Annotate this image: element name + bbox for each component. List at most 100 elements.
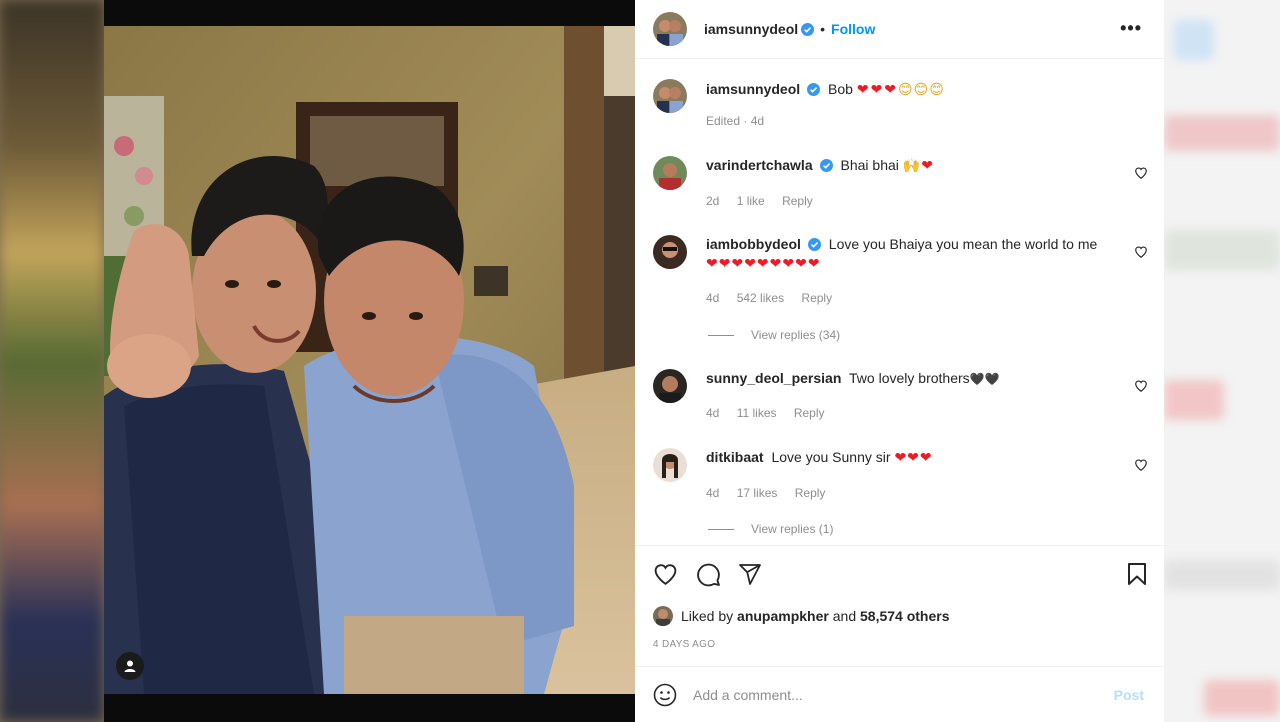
reply-button[interactable]: Reply [794,406,825,420]
comment-age: 4d [706,406,720,420]
blurred-left-edge [0,0,104,722]
heart-icon[interactable] [653,562,678,587]
view-replies-label[interactable]: View replies (34) [751,328,840,342]
comment-item: iambobbydeol Love you Bhaiya you mean th… [653,235,1148,315]
post-actions: Liked by anupampkher and 58,574 others 4… [635,545,1164,665]
verified-badge-icon [807,238,821,251]
avatar-image [653,79,687,113]
post-header: iamsunnydeol • Follow ••• [635,0,1164,59]
more-options-button[interactable]: ••• [1120,18,1142,39]
view-replies-button[interactable]: View replies (34) [708,328,840,342]
comment-like-heart-icon[interactable] [1134,458,1148,472]
post-details-panel: iamsunnydeol • Follow ••• iamsunnydeol B… [635,0,1164,722]
comment-avatar[interactable] [653,156,687,190]
blurred-right-edge [1164,0,1280,722]
comment-emoji: ❤❤❤❤❤❤❤❤❤ [706,255,821,271]
comment-text: Two lovely brothers [849,370,970,386]
comment-item: ditkibaat Love you Sunny sir ❤❤❤ 4d 17 l… [653,448,1148,508]
reply-button[interactable]: Reply [801,291,832,305]
photo-top-band [104,0,635,26]
post-timestamp[interactable]: 4 DAYS AGO [653,639,715,650]
comment-likes[interactable]: 542 likes [737,291,784,305]
author-avatar[interactable] [653,12,687,46]
comment-input[interactable] [693,686,1093,703]
post-photo[interactable] [104,26,635,694]
avatar-image [653,235,687,269]
caption-hearts: ❤❤❤ [856,81,899,97]
comment-body: varindertchawla Bhai bhai 🙌❤ [706,156,1116,175]
avatar-image [653,448,687,482]
caption-meta: Edited · 4d [706,114,765,128]
comment-username[interactable]: iambobbydeol [706,236,801,252]
comment-item: sunny_deol_persian Two lovely brothers🖤🖤… [653,369,1148,429]
replies-divider-line [708,334,734,336]
comment-username[interactable]: varindertchawla [706,157,813,173]
comment-meta: 2d 1 like Reply [706,194,827,208]
comment-emoji: 🙌❤ [902,157,934,173]
comment-emoji: 🖤🖤 [969,372,1000,386]
avatar-image [653,369,687,403]
comment-like-heart-icon[interactable] [1134,166,1148,180]
reply-button[interactable]: Reply [795,486,826,500]
verified-badge-icon [801,22,815,36]
comment-item: varindertchawla Bhai bhai 🙌❤ 2d 1 like R… [653,156,1148,216]
view-replies-label[interactable]: View replies (1) [751,522,833,536]
comment-like-heart-icon[interactable] [1134,379,1148,393]
verified-badge-icon [819,159,833,172]
comments-list[interactable]: iamsunnydeol Bob ❤❤❤😊😊😊 Edited · 4d vari… [635,60,1164,544]
separator-dot: • [820,21,826,37]
comment-avatar[interactable] [653,369,687,403]
comment-body: ditkibaat Love you Sunny sir ❤❤❤ [706,448,1116,467]
follow-button[interactable]: Follow [831,21,875,37]
comment-meta: 4d 11 likes Reply [706,406,839,420]
comment-avatar[interactable] [653,235,687,269]
liked-by-label: Liked by [681,608,734,624]
comment-username[interactable]: ditkibaat [706,449,764,465]
verified-badge-icon [807,83,821,96]
replies-divider-line [708,528,734,530]
comment-text: Love you Sunny sir [771,449,891,465]
author-username[interactable]: iamsunnydeol [704,21,798,37]
likes-count[interactable]: 58,574 others [860,608,950,624]
photo-illustration [104,26,635,694]
reply-button[interactable]: Reply [782,194,813,208]
post-comment-button[interactable]: Post [1114,687,1144,703]
comment-meta: 4d 542 likes Reply [706,291,846,305]
comment-body: iambobbydeol Love you Bhaiya you mean th… [706,235,1126,273]
comment-text: Love you Bhaiya you mean the world to me [828,236,1098,252]
liker-username[interactable]: anupampkher [737,608,829,624]
view-replies-button[interactable]: View replies (1) [708,522,833,536]
person-icon [124,660,136,672]
likes-summary: Liked by anupampkher and 58,574 others [653,606,950,626]
comment-likes[interactable]: 1 like [737,194,765,208]
likes-joiner: and [832,608,857,624]
caption-text: Bob [828,81,853,97]
comment-age: 4d [706,486,720,500]
smiley-icon[interactable] [653,683,677,707]
caption-body: iamsunnydeol Bob ❤❤❤😊😊😊 [706,80,1116,99]
comment-username[interactable]: sunny_deol_persian [706,370,841,386]
comment-age: 4d [706,291,720,305]
comment-icon[interactable] [696,562,721,587]
comment-meta: 4d 17 likes Reply [706,486,839,500]
caption-username[interactable]: iamsunnydeol [706,81,800,97]
add-comment-bar: Post [635,666,1164,722]
caption-smiles: 😊😊😊 [898,81,945,97]
comment-age: 2d [706,194,720,208]
liker-avatar[interactable] [653,606,673,626]
comment-text: Bhai bhai [840,157,899,173]
avatar-image [653,12,687,46]
comment-likes[interactable]: 11 likes [737,406,777,420]
comment-body: sunny_deol_persian Two lovely brothers🖤🖤 [706,369,1116,389]
avatar-image [653,156,687,190]
comment-like-heart-icon[interactable] [1134,245,1148,259]
avatar-image [653,606,673,626]
caption: iamsunnydeol Bob ❤❤❤😊😊😊 Edited · 4d [653,79,1148,139]
caption-avatar[interactable] [653,79,687,113]
comment-avatar[interactable] [653,448,687,482]
comment-emoji: ❤❤❤ [894,449,933,465]
bookmark-icon[interactable] [1126,562,1148,586]
comment-likes[interactable]: 17 likes [737,486,778,500]
tagged-users-button[interactable] [116,652,144,680]
share-icon[interactable] [738,562,762,586]
